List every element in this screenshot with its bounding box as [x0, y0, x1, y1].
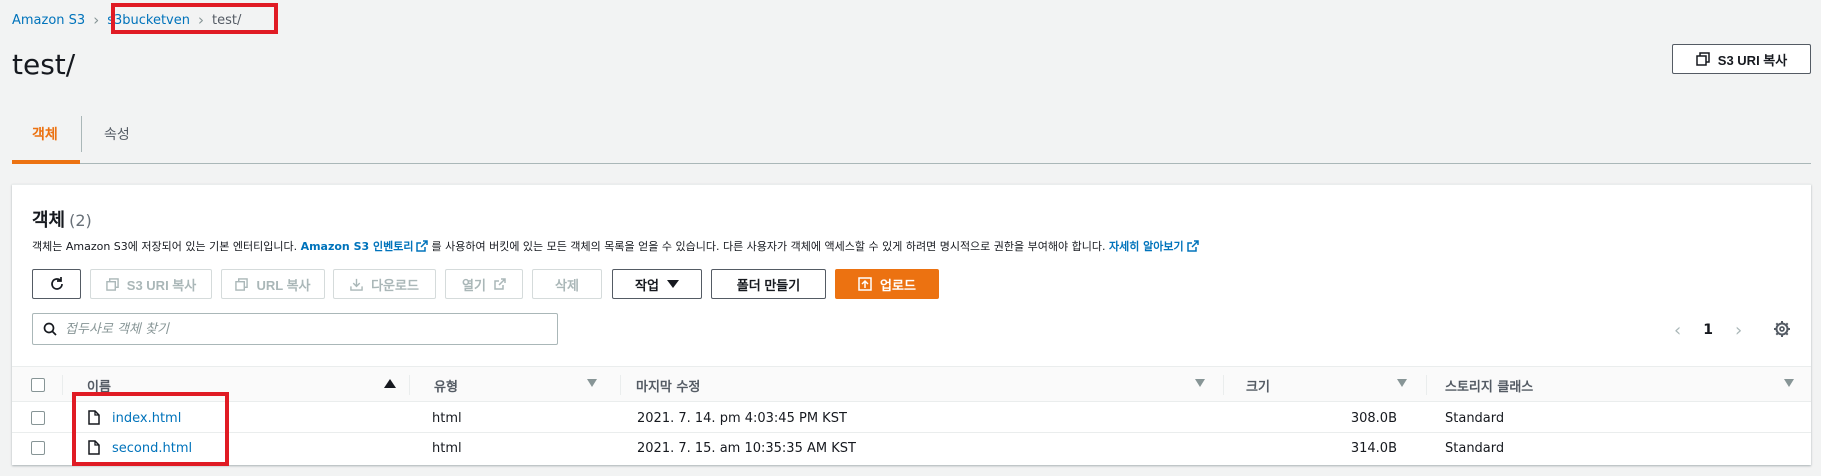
- search-box: [32, 313, 558, 345]
- upload-icon: [858, 277, 872, 291]
- actions-dropdown[interactable]: 작업: [612, 269, 702, 299]
- tab-divider: [81, 116, 82, 152]
- download-label: 다운로드: [371, 277, 419, 293]
- column-divider: [1426, 375, 1427, 395]
- column-divider: [409, 375, 410, 395]
- inventory-link[interactable]: Amazon S3 인벤토리: [301, 240, 414, 253]
- row-checkbox[interactable]: [31, 411, 45, 425]
- copy-icon: [106, 277, 119, 291]
- open-label: 열기: [462, 277, 486, 293]
- object-storage-class: Standard: [1445, 441, 1505, 456]
- table-row[interactable]: index.html html 2021. 7. 14. pm 4:03:45 …: [12, 403, 1811, 433]
- copy-s3-uri-toolbar-label: S3 URI 복사: [126, 277, 197, 293]
- sort-icon[interactable]: [587, 379, 597, 387]
- panel-title-text: 객체: [32, 210, 66, 231]
- actions-label: 작업: [635, 277, 659, 293]
- chevron-right-icon[interactable]: ›: [1735, 320, 1742, 341]
- column-header-size[interactable]: 크기: [1246, 376, 1270, 395]
- download-button[interactable]: 다운로드: [333, 269, 436, 299]
- copy-s3-uri-button[interactable]: S3 URI 복사: [1672, 44, 1811, 74]
- refresh-icon: [50, 277, 63, 290]
- external-link-icon: [416, 240, 429, 252]
- chevron-left-icon[interactable]: ‹: [1674, 320, 1681, 341]
- gear-icon[interactable]: [1773, 320, 1791, 338]
- upload-button[interactable]: 업로드: [835, 269, 939, 299]
- column-header-type[interactable]: 유형: [434, 376, 458, 395]
- sort-ascending-icon[interactable]: [384, 379, 396, 388]
- tab-bar: 객체 속성: [12, 108, 1811, 164]
- object-last-modified: 2021. 7. 14. pm 4:03:45 PM KST: [637, 411, 847, 426]
- object-size: 308.0B: [1350, 411, 1397, 426]
- create-folder-button[interactable]: 폴더 만들기: [711, 269, 826, 299]
- delete-label: 삭제: [555, 277, 579, 293]
- page-title: test/: [12, 48, 76, 81]
- column-header-last-modified[interactable]: 마지막 수정: [636, 376, 700, 395]
- copy-icon: [1696, 52, 1710, 66]
- copy-icon: [235, 277, 249, 291]
- desc-text-1: 객체는 Amazon S3에 저장되어 있는 기본 엔터티입니다.: [32, 240, 301, 253]
- caret-down-icon: [666, 280, 679, 288]
- copy-s3-uri-toolbar-button[interactable]: S3 URI 복사: [90, 269, 212, 299]
- highlight-box-breadcrumb: [111, 3, 278, 34]
- column-divider: [620, 375, 621, 395]
- external-link-icon: [1186, 240, 1199, 252]
- object-storage-class: Standard: [1445, 411, 1505, 426]
- refresh-button[interactable]: [32, 269, 81, 299]
- column-divider: [1223, 375, 1224, 395]
- delete-button[interactable]: 삭제: [532, 269, 602, 299]
- download-icon: [350, 278, 363, 291]
- active-tab-indicator: [12, 160, 80, 164]
- copy-url-label: URL 복사: [256, 277, 311, 293]
- breadcrumb-amazon-s3[interactable]: Amazon S3: [12, 13, 85, 28]
- tab-objects[interactable]: 객체: [32, 124, 58, 144]
- column-header-storage-class[interactable]: 스토리지 클래스: [1445, 376, 1533, 395]
- select-all-checkbox[interactable]: [31, 378, 45, 392]
- object-type: html: [432, 441, 462, 456]
- search-input[interactable]: [65, 321, 535, 337]
- object-last-modified: 2021. 7. 15. am 10:35:35 AM KST: [637, 441, 856, 456]
- open-button[interactable]: 열기: [445, 269, 523, 299]
- table-row[interactable]: second.html html 2021. 7. 15. am 10:35:3…: [12, 433, 1811, 463]
- upload-label: 업로드: [880, 277, 916, 293]
- table-header: 이름 유형 마지막 수정 크기 스토리지 클래스: [12, 366, 1811, 402]
- sort-icon[interactable]: [1784, 379, 1794, 387]
- object-type: html: [432, 411, 462, 426]
- sort-icon[interactable]: [1195, 379, 1205, 387]
- copy-s3-uri-label: S3 URI 복사: [1717, 52, 1788, 68]
- current-page[interactable]: 1: [1703, 322, 1713, 338]
- row-checkbox[interactable]: [31, 441, 45, 455]
- copy-url-button[interactable]: URL 복사: [221, 269, 325, 299]
- create-folder-label: 폴더 만들기: [736, 277, 801, 293]
- column-divider: [62, 375, 63, 395]
- object-size: 314.0B: [1350, 441, 1397, 456]
- panel-description: 객체는 Amazon S3에 저장되어 있는 기본 엔터티입니다. Amazon…: [32, 238, 1202, 254]
- panel-title: 객체 (2): [32, 206, 92, 232]
- objects-panel: 객체 (2) 객체는 Amazon S3에 저장되어 있는 기본 엔터티입니다. …: [12, 184, 1811, 465]
- pagination: ‹ 1 ›: [1674, 319, 1742, 341]
- highlight-box-files: [72, 392, 229, 466]
- sort-icon[interactable]: [1397, 379, 1407, 387]
- learn-more-link[interactable]: 자세히 알아보기: [1109, 240, 1184, 253]
- external-link-icon: [494, 278, 506, 290]
- chevron-right-icon: ›: [93, 11, 100, 29]
- object-count: (2): [69, 211, 92, 230]
- desc-text-2: 를 사용하여 버킷에 있는 모든 객체의 목록을 얻을 수 있습니다. 다른 사…: [431, 240, 1109, 253]
- tab-properties[interactable]: 속성: [104, 124, 130, 144]
- search-icon: [43, 322, 57, 336]
